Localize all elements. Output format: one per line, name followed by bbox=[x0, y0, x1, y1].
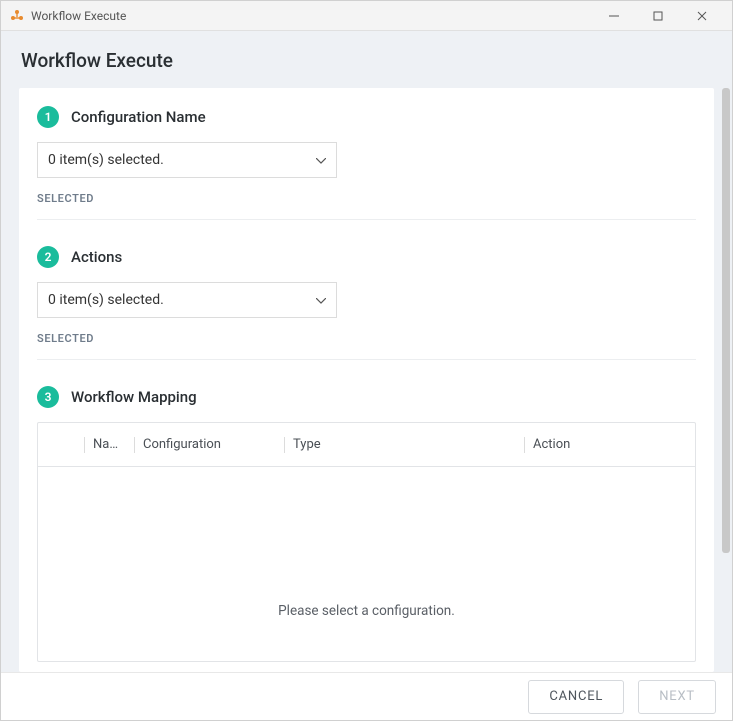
column-header-type[interactable]: Type bbox=[284, 437, 524, 453]
caret-down-icon bbox=[316, 292, 326, 308]
mapping-table: Na… Configuration Type Action Please sel… bbox=[37, 422, 696, 662]
page-header: Workflow Execute bbox=[1, 31, 732, 88]
footer: CANCEL NEXT bbox=[1, 672, 732, 720]
divider bbox=[37, 359, 696, 360]
step-title-actions: Actions bbox=[71, 248, 122, 266]
page-title: Workflow Execute bbox=[21, 49, 712, 72]
step-mapping: 3 Workflow Mapping Na… Configuration Typ… bbox=[37, 386, 696, 670]
client-area: Workflow Execute 1 Configuration Name 0 … bbox=[1, 31, 732, 720]
actions-dropdown-value: 0 item(s) selected. bbox=[48, 292, 164, 308]
configuration-dropdown[interactable]: 0 item(s) selected. bbox=[37, 142, 337, 178]
step-actions: 2 Actions 0 item(s) selected. SELECTED bbox=[37, 246, 696, 386]
step-badge-2: 2 bbox=[37, 246, 59, 268]
step-head: 1 Configuration Name bbox=[37, 106, 696, 128]
divider bbox=[37, 219, 696, 220]
scroll-area: 1 Configuration Name 0 item(s) selected.… bbox=[1, 88, 732, 672]
titlebar: Workflow Execute bbox=[1, 1, 732, 31]
content-card: 1 Configuration Name 0 item(s) selected.… bbox=[19, 88, 714, 672]
maximize-button[interactable] bbox=[636, 2, 680, 30]
close-button[interactable] bbox=[680, 2, 724, 30]
scrollbar[interactable] bbox=[719, 88, 732, 672]
app-icon bbox=[9, 8, 25, 24]
minimize-button[interactable] bbox=[592, 2, 636, 30]
app-window: Workflow Execute Workflow Execute 1 Conf… bbox=[0, 0, 733, 721]
next-button[interactable]: NEXT bbox=[638, 680, 716, 714]
cancel-button[interactable]: CANCEL bbox=[528, 680, 624, 714]
scrollbar-thumb[interactable] bbox=[722, 88, 730, 553]
column-header-configuration[interactable]: Configuration bbox=[134, 437, 284, 453]
column-header-name[interactable]: Na… bbox=[84, 437, 134, 453]
window-title: Workflow Execute bbox=[31, 9, 592, 23]
mapping-table-header: Na… Configuration Type Action bbox=[38, 423, 695, 467]
step-head: 2 Actions bbox=[37, 246, 696, 268]
step-title-configuration: Configuration Name bbox=[71, 108, 206, 126]
configuration-dropdown-value: 0 item(s) selected. bbox=[48, 152, 164, 168]
step-badge-3: 3 bbox=[37, 386, 59, 408]
selected-label-actions: SELECTED bbox=[37, 332, 696, 345]
actions-dropdown[interactable]: 0 item(s) selected. bbox=[37, 282, 337, 318]
caret-down-icon bbox=[316, 152, 326, 168]
step-title-mapping: Workflow Mapping bbox=[71, 388, 197, 406]
step-head: 3 Workflow Mapping bbox=[37, 386, 696, 408]
step-configuration: 1 Configuration Name 0 item(s) selected.… bbox=[37, 106, 696, 246]
mapping-empty-message: Please select a configuration. bbox=[38, 603, 695, 619]
selected-label-configuration: SELECTED bbox=[37, 192, 696, 205]
column-header-action[interactable]: Action bbox=[524, 437, 685, 453]
step-badge-1: 1 bbox=[37, 106, 59, 128]
